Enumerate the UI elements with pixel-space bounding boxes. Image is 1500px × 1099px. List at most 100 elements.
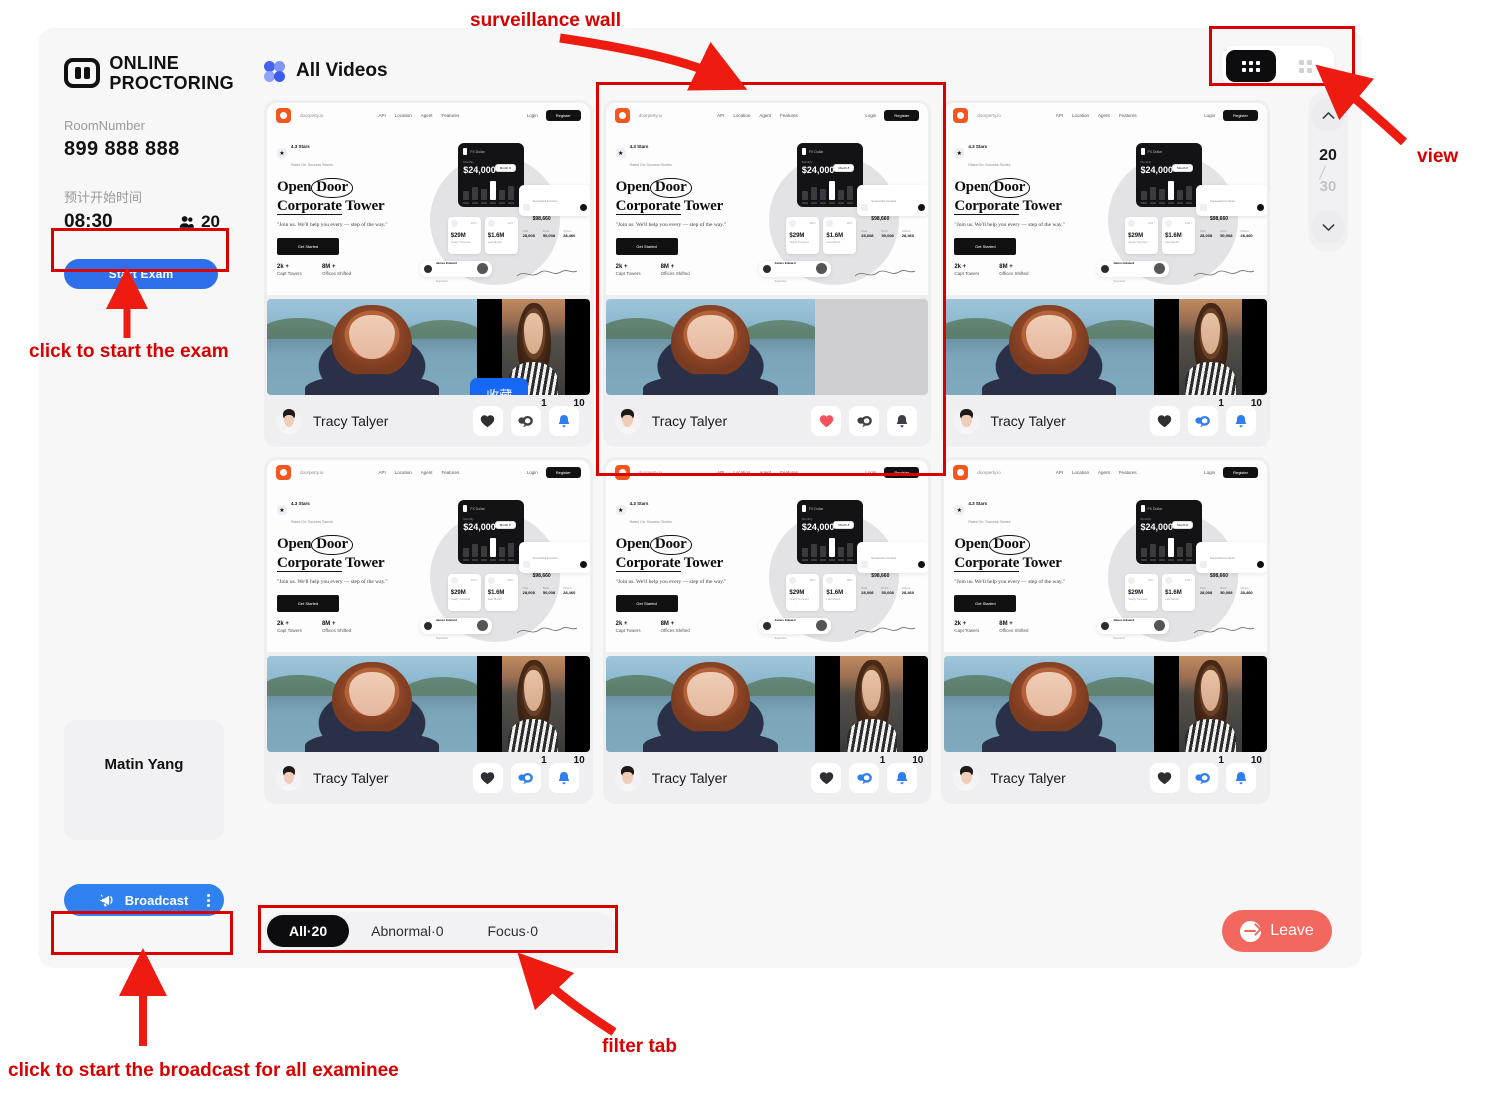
secondary-camera-feed[interactable] [815, 656, 929, 752]
video-card[interactable]: doorperty.io API Location Agent Features Lo… [941, 457, 1270, 804]
primary-camera-feed[interactable] [605, 656, 816, 752]
share-cta-button: Get Started [615, 594, 678, 612]
favorite-button[interactable] [472, 763, 503, 793]
chat-icon [518, 415, 534, 428]
filter-tab[interactable]: Focus·0 [466, 915, 561, 947]
people-icon [179, 216, 194, 228]
favorite-button[interactable] [811, 763, 842, 793]
heart-icon [480, 772, 495, 785]
proctoring-logo-icon [64, 58, 101, 88]
chevron-up-icon [1322, 111, 1334, 119]
kebab-menu-icon[interactable] [207, 893, 210, 907]
primary-camera-feed[interactable] [267, 656, 477, 752]
shared-screen-preview[interactable]: doorperty.io API Location Agent Features Lo… [267, 103, 590, 295]
chat-button[interactable]: 1 [1187, 756, 1224, 793]
leave-button[interactable]: Leave [1222, 910, 1332, 952]
shared-screen-preview[interactable]: doorperty.io API Location Agent Features Lo… [944, 103, 1267, 295]
avatar [953, 408, 980, 434]
alert-button[interactable]: 10 [548, 756, 585, 793]
chat-button[interactable]: 1 [510, 399, 547, 436]
secondary-camera-feed[interactable] [476, 656, 590, 752]
start-exam-button[interactable]: Start Exam [64, 259, 218, 289]
alert-button[interactable]: 10 [1225, 756, 1262, 793]
primary-camera-feed[interactable] [267, 299, 477, 395]
webcam-strip[interactable]: 收藏 [267, 299, 590, 395]
room-number-value: 899 888 888 [64, 138, 180, 160]
card-footer: Tracy Talyer [603, 395, 932, 447]
sidebar: Online Proctoring RoomNumber 899 888 888… [38, 28, 256, 968]
primary-camera-feed[interactable] [944, 299, 1155, 395]
alert-button[interactable]: 10 [887, 756, 923, 793]
video-card[interactable]: doorperty.io API Location Agent Features Lo… [264, 100, 593, 447]
start-time-label: 预计开始时间 [64, 190, 143, 205]
page-up-button[interactable] [1311, 98, 1345, 132]
webcam-strip[interactable] [605, 299, 929, 395]
card-footer: Tracy Talyer 1 10 [264, 752, 593, 804]
favorite-button[interactable] [1149, 763, 1180, 793]
shared-screen-preview[interactable]: doorperty.io API Location Agent Features Lo… [944, 460, 1267, 652]
chat-badge: 1 [541, 755, 547, 766]
share-stat: 2k + Capt Towers [954, 620, 980, 633]
view-toggle[interactable] [1222, 46, 1334, 86]
chat-button[interactable] [849, 406, 880, 436]
share-quote: "Join us. We'll help you every — step of… [277, 222, 388, 229]
heart-icon [1158, 772, 1172, 785]
video-card[interactable]: doorperty.io API Location Agent Features Lo… [602, 100, 932, 447]
share-nav-item: Features [1118, 469, 1137, 475]
alert-button[interactable]: 10 [1225, 399, 1262, 436]
filter-tabs[interactable]: All·20 Abnormal·0 Focus·0 [264, 912, 616, 950]
share-quote: "Join us. We'll help you every — step of… [615, 579, 727, 586]
favorite-button[interactable] [811, 406, 842, 436]
webcam-strip[interactable] [267, 656, 590, 752]
chat-button[interactable]: 1 [510, 756, 547, 793]
secondary-camera-feed[interactable] [1154, 299, 1267, 395]
shared-screen-preview[interactable]: doorperty.io API Location Agent Features Lo… [605, 460, 929, 652]
grid-four-icon[interactable] [1280, 50, 1330, 82]
page-down-button[interactable] [1311, 210, 1345, 244]
page-indicator: 20 30 [1318, 148, 1338, 195]
webcam-strip[interactable] [944, 656, 1267, 752]
video-card[interactable]: doorperty.io API Location Agent Features Lo… [941, 100, 1270, 447]
proctoring-app-window: Online Proctoring RoomNumber 899 888 888… [38, 28, 1362, 968]
shared-screen-preview[interactable]: doorperty.io API Location Agent Features Lo… [267, 460, 590, 652]
secondary-camera-feed[interactable] [1154, 656, 1267, 752]
share-nav-item: API [717, 112, 725, 118]
share-brand-icon [614, 107, 630, 123]
alert-button[interactable] [887, 406, 918, 436]
filter-tab[interactable]: Abnormal·0 [349, 915, 465, 947]
share-brand: doorperty.io [300, 112, 324, 118]
chat-badge: 1 [879, 755, 886, 766]
share-quote: "Join us. We'll help you every — step of… [954, 222, 1065, 229]
grid-six-icon[interactable] [1226, 50, 1276, 82]
chat-button[interactable]: 1 [1187, 399, 1224, 436]
page-stepper[interactable]: 20 30 [1308, 90, 1348, 252]
favorite-button[interactable] [1149, 406, 1180, 436]
share-nav-item: Agent [1098, 112, 1110, 118]
share-quote: "Join us. We'll help you every — step of… [954, 579, 1065, 586]
shared-screen-preview[interactable]: doorperty.io API Location Agent Features Lo… [605, 103, 929, 295]
leave-icon [1240, 920, 1262, 942]
heart-icon [819, 415, 834, 428]
primary-camera-feed[interactable] [605, 299, 816, 395]
share-nav-item: Features [441, 112, 460, 118]
webcam-strip[interactable] [605, 656, 929, 752]
heart-icon [819, 772, 834, 785]
chat-badge: 1 [1218, 755, 1224, 766]
chat-button[interactable]: 1 [849, 756, 885, 793]
card-actions [811, 406, 918, 436]
favorite-button[interactable] [472, 406, 503, 436]
share-rating: 4.3 Stars [968, 144, 988, 149]
room-number-label: RoomNumber [64, 118, 145, 133]
share-nav-item: API [378, 112, 386, 118]
alert-button[interactable]: 10 [548, 399, 585, 436]
broadcast-button[interactable]: Broadcast [64, 884, 224, 916]
secondary-camera-feed[interactable] [815, 299, 929, 395]
share-rating-sub: Rated On: Success Stories [291, 520, 334, 524]
main-header: All Videos [264, 54, 1332, 88]
video-card[interactable]: doorperty.io API Location Agent Features Lo… [264, 457, 593, 804]
self-video-card[interactable]: Matin Yang [64, 720, 224, 840]
webcam-strip[interactable] [944, 299, 1267, 395]
filter-tab[interactable]: All·20 [267, 915, 350, 947]
primary-camera-feed[interactable] [944, 656, 1155, 752]
video-card[interactable]: doorperty.io API Location Agent Features Lo… [602, 457, 932, 804]
